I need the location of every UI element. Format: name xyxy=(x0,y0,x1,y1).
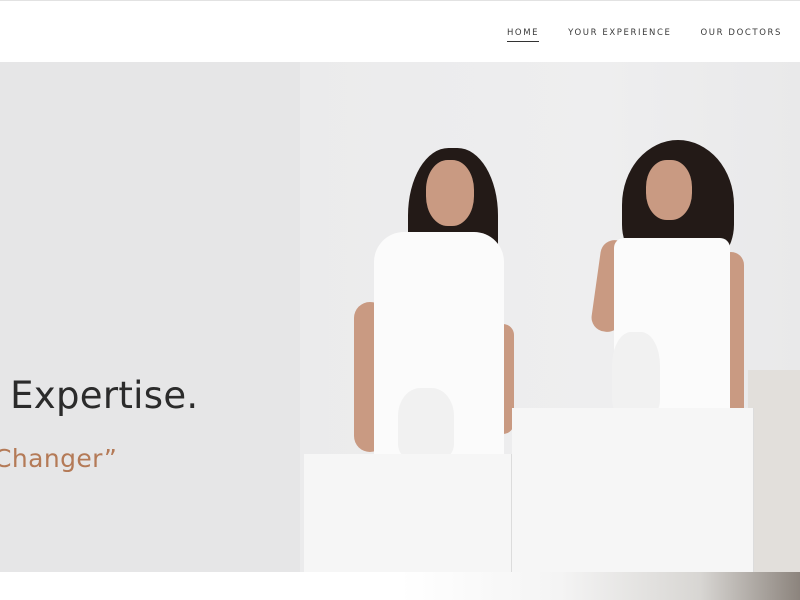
nav-home[interactable]: HOME xyxy=(506,27,540,42)
woman-right-face xyxy=(646,160,692,220)
next-section-strip xyxy=(0,572,800,600)
hero-subline: Changer” xyxy=(0,444,118,473)
plinth-left xyxy=(304,454,512,572)
hero-photo xyxy=(300,62,800,572)
plinth-center xyxy=(512,408,754,572)
woman-left-face xyxy=(426,160,474,226)
next-section-photo xyxy=(400,572,800,600)
hero-headline: ’ Expertise. xyxy=(0,374,199,417)
site-header: HOME YOUR EXPERIENCE OUR DOCTORS xyxy=(0,0,800,62)
main-nav: HOME YOUR EXPERIENCE OUR DOCTORS xyxy=(506,27,782,42)
nav-your-experience[interactable]: YOUR EXPERIENCE xyxy=(568,27,671,42)
hand-sculpture-right xyxy=(612,332,660,416)
hero-section: ’ Expertise. Changer” xyxy=(0,62,800,572)
nav-our-doctors[interactable]: OUR DOCTORS xyxy=(701,27,782,42)
plinth-right xyxy=(748,370,800,572)
hand-sculpture-left xyxy=(398,388,454,458)
